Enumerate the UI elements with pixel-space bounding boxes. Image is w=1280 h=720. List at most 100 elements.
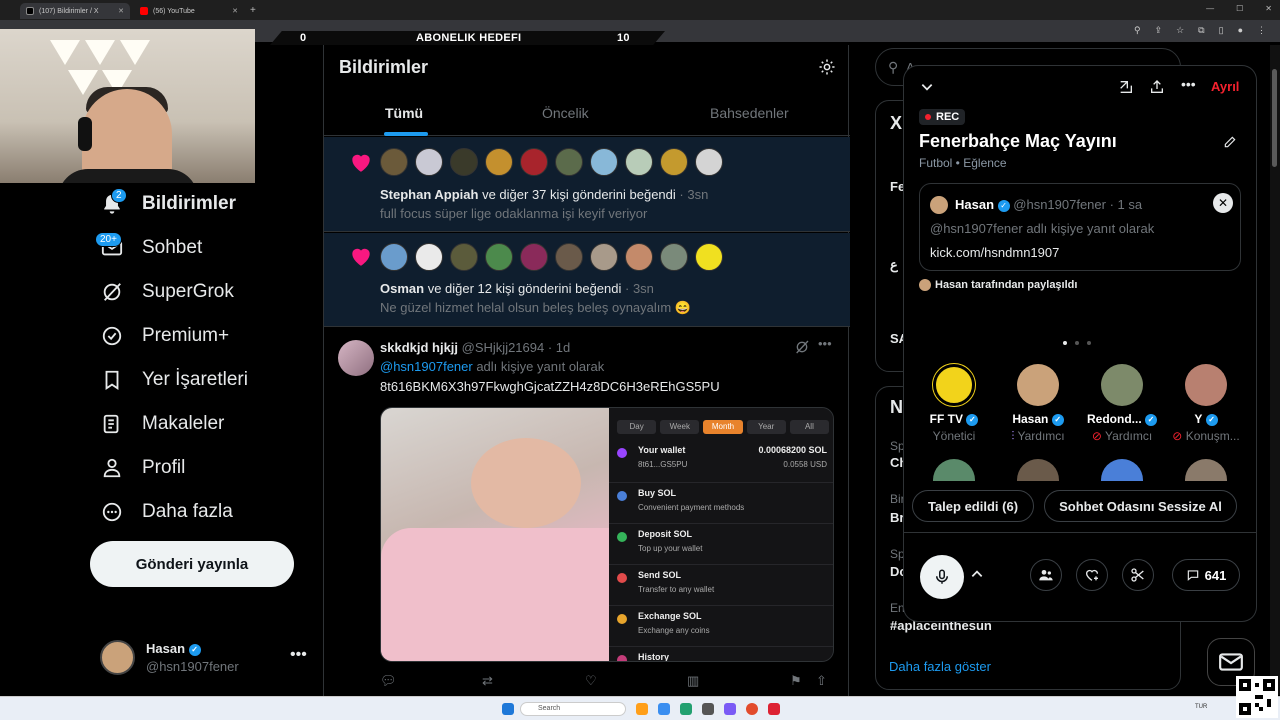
views-icon[interactable]: ▥ [687,673,699,689]
nav-item-premium[interactable]: Premium+ [100,324,229,348]
avatar[interactable] [485,243,513,271]
react-button[interactable] [1076,559,1108,591]
taskbar-app-icon[interactable] [680,703,692,715]
chevron-down-icon[interactable] [920,80,934,99]
nav-item-supergrok[interactable]: SuperGrok [100,280,234,304]
retweet-icon[interactable]: ⇄ [482,673,493,689]
avatar[interactable] [660,243,688,271]
chrome-icon[interactable] [746,703,758,715]
avatar[interactable] [450,148,478,176]
nav-item-articles[interactable]: Makaleler [100,412,224,436]
listener-avatar[interactable] [1101,459,1143,481]
profile-icon[interactable]: ● [1238,25,1243,36]
trend-item[interactable]: Fe [890,179,905,194]
minimize-icon[interactable]: — [1206,4,1214,13]
grok-icon[interactable] [794,339,810,360]
tab-youtube[interactable]: (56) YouTube ✕ [134,3,244,19]
chevron-up-icon[interactable] [970,567,984,586]
share-icon[interactable] [1149,79,1165,100]
zoom-icon[interactable]: ⚲ [1134,25,1141,36]
avatar[interactable] [625,148,653,176]
avatar[interactable] [520,148,548,176]
request-status-button[interactable]: Talep edildi (6) [912,490,1034,522]
microphone-button[interactable] [920,555,964,599]
pinned-post[interactable]: Hasan ✓ @hsn1907fener · 1 sa @hsn1907fen… [919,183,1241,271]
tab-priority[interactable]: Öncelik [542,105,589,121]
listener-avatar[interactable] [1017,459,1059,481]
scrollbar-thumb[interactable] [1272,69,1277,167]
avatar[interactable] [695,243,723,271]
windows-start-icon[interactable] [502,703,514,715]
close-icon[interactable]: ✕ [232,7,238,15]
avatar[interactable] [450,243,478,271]
scrollbar[interactable] [1270,45,1280,695]
minimize-space-icon[interactable] [1118,79,1134,100]
avatar[interactable] [485,148,513,176]
leave-button[interactable]: Ayrıl [1211,79,1239,94]
taskbar-app-icon[interactable] [636,703,648,715]
new-tab-button[interactable]: + [250,5,256,16]
avatar[interactable] [415,148,443,176]
language-indicator[interactable]: TUR [1195,704,1207,710]
participants-button[interactable] [1030,559,1062,591]
avatar[interactable] [415,243,443,271]
nav-item-profile[interactable]: Profil [100,456,185,480]
avatar[interactable] [555,148,583,176]
avatar[interactable] [520,243,548,271]
post-button[interactable]: Gönderi yayınla [90,541,294,587]
account-switcher[interactable]: Hasan ✓ @hsn1907fener ••• [100,640,310,680]
nav-item-bookmarks[interactable]: Yer İşaretleri [100,368,248,392]
avatar[interactable] [555,243,583,271]
gear-icon[interactable] [818,58,836,81]
sidebar-icon[interactable]: ▯ [1219,25,1224,36]
close-icon[interactable]: ✕ [1213,193,1233,213]
pinned-link[interactable]: kick.com/hsndmn1907 [930,245,1059,260]
menu-icon[interactable]: ⋮ [1257,25,1266,36]
speaker-redond[interactable]: Redond... ✓ ⊘ Yardımcı [1082,364,1162,454]
share-icon[interactable]: ⇧ [816,673,827,689]
avatar[interactable] [695,148,723,176]
reply-tweet[interactable]: skkdkjd hjkjj @SHjkjj21694 · 1d ••• @hsn… [324,328,850,705]
avatar[interactable] [590,243,618,271]
avatar[interactable] [380,148,408,176]
avatar[interactable] [338,340,374,376]
tab-x-notifications[interactable]: (107) Bildirimler / X ✕ [20,3,130,19]
avatar[interactable] [660,148,688,176]
taskbar-app-icon[interactable] [724,703,736,715]
tab-mentions[interactable]: Bahsedenler [710,105,789,121]
maximize-icon[interactable]: ☐ [1236,4,1243,13]
speaker-y[interactable]: Y ✓ ⊘ Konuşm... [1166,364,1246,454]
close-window-icon[interactable]: ✕ [1265,4,1272,13]
reply-icon[interactable]: 💬︎ [380,673,397,689]
avatar[interactable] [625,243,653,271]
more-icon[interactable]: ••• [1181,76,1196,92]
listener-avatar[interactable] [1185,459,1227,481]
notification-like-2[interactable]: Osman ve diğer 12 kişi gönderini beğendi… [324,233,850,327]
taskbar-app-icon[interactable] [702,703,714,715]
edit-icon[interactable] [1223,135,1237,154]
notification-like-1[interactable]: Stephan Appiah ve diğer 37 kişi gönderin… [324,137,850,232]
comments-button[interactable]: 641 [1172,559,1240,591]
more-icon[interactable]: ••• [290,646,307,664]
show-more-link[interactable]: Daha fazla göster [889,659,991,674]
taskbar-app-icon[interactable] [768,703,780,715]
speaker-hasan[interactable]: Hasan ✓ ⫶ Yardımcı [998,364,1078,454]
tab-all[interactable]: Tümü [385,105,423,121]
share-icon[interactable]: ⇪ [1155,25,1163,36]
close-icon[interactable]: ✕ [118,7,124,15]
avatar[interactable] [590,148,618,176]
trend-item[interactable]: ع [890,257,898,273]
extensions-icon[interactable]: ⧉ [1198,25,1204,36]
clip-button[interactable] [1122,559,1154,591]
tweet-media[interactable]: Day Week Month Year All Your wallet 8t61… [380,407,834,662]
like-icon[interactable]: ♡ [585,673,597,689]
bookmark-icon[interactable]: ⚑ [790,673,802,689]
nav-item-more[interactable]: Daha fazla [100,500,233,524]
taskbar-search[interactable]: Search [520,702,626,716]
speaker-ff-tv[interactable]: FF TV ✓ Yönetici [914,364,994,454]
listener-avatar[interactable] [933,459,975,481]
avatar[interactable] [380,243,408,271]
star-icon[interactable]: ☆ [1176,25,1184,36]
more-icon[interactable]: ••• [818,336,832,351]
mute-space-button[interactable]: Sohbet Odasını Sessize Al [1044,490,1237,522]
